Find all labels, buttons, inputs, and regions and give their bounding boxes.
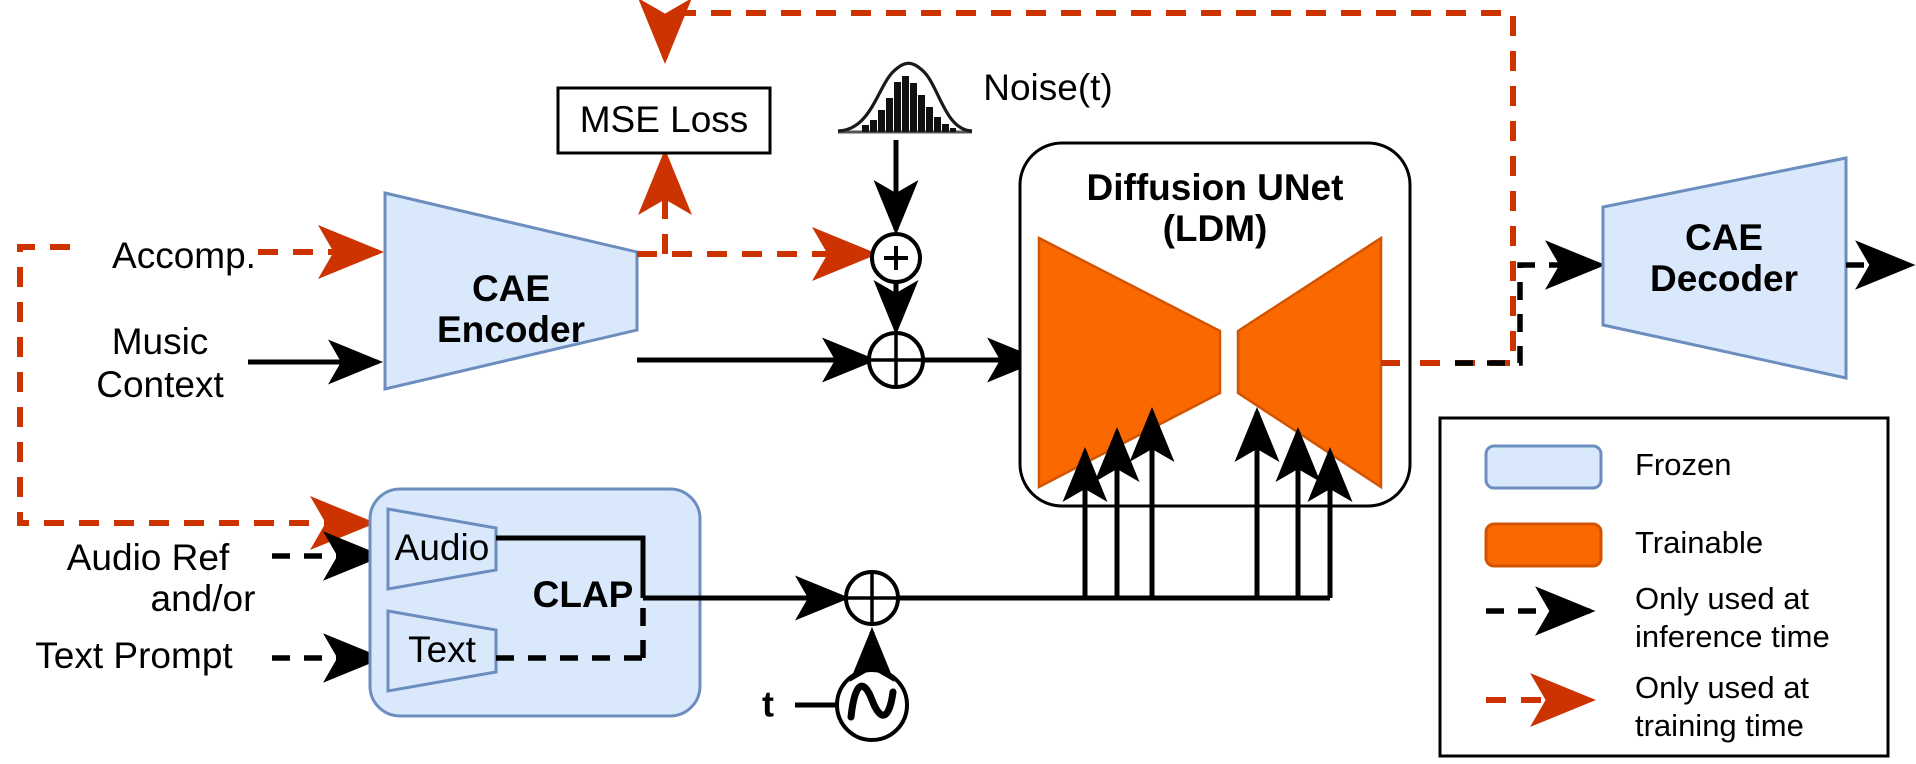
clap-text-label: Text (408, 629, 477, 670)
oplus-operator-latent (867, 331, 925, 389)
input-label-music-context-line1: Music (112, 321, 209, 362)
cae-decoder-label-line1: CAE (1685, 217, 1763, 258)
legend-label-frozen: Frozen (1635, 447, 1731, 482)
unet-label-line2: (LDM) (1163, 208, 1268, 249)
legend-label-trainable: Trainable (1635, 525, 1763, 560)
cae-encoder-label-line1: CAE (472, 268, 550, 309)
input-label-audio-ref: Audio Ref (67, 537, 230, 578)
mse-loss-label: MSE Loss (580, 99, 749, 140)
input-label-music-context-line2: Context (96, 364, 224, 405)
input-label-text-prompt: Text Prompt (35, 635, 233, 676)
cae-encoder-label-line2: Encoder (437, 309, 585, 350)
legend-label-inference-line1: Only used at (1635, 581, 1809, 616)
clap-label: CLAP (533, 574, 634, 615)
legend: Frozen Trainable Only used at inference … (1438, 416, 1890, 758)
timestep-label: t (762, 684, 774, 725)
mse-loss-block[interactable]: MSE Loss (556, 86, 772, 155)
clap-audio-label: Audio (395, 527, 490, 568)
noise-label: Noise(t) (983, 67, 1113, 108)
legend-swatch-frozen (1484, 444, 1603, 490)
architecture-diagram: Accomp. Music Context Audio Ref and/or T… (0, 0, 1916, 764)
legend-swatch-trainable (1484, 522, 1603, 568)
plus-operator (870, 232, 922, 284)
input-label-andor: and/or (151, 578, 256, 619)
legend-label-training-line2: training time (1635, 708, 1804, 743)
legend-label-training-line1: Only used at (1635, 670, 1809, 705)
oplus-operator-timestep (844, 570, 900, 626)
diffusion-unet-block[interactable]: Diffusion UNet (LDM) (1018, 141, 1412, 508)
unet-label-line1: Diffusion UNet (1087, 167, 1344, 208)
legend-label-inference-line2: inference time (1635, 619, 1830, 654)
cae-decoder-label-line2: Decoder (1650, 258, 1798, 299)
input-label-accomp: Accomp. (112, 235, 256, 276)
clap-block[interactable]: Audio Text CLAP (368, 487, 702, 718)
diagram-canvas: Accomp. Music Context Audio Ref and/or T… (0, 0, 1916, 764)
